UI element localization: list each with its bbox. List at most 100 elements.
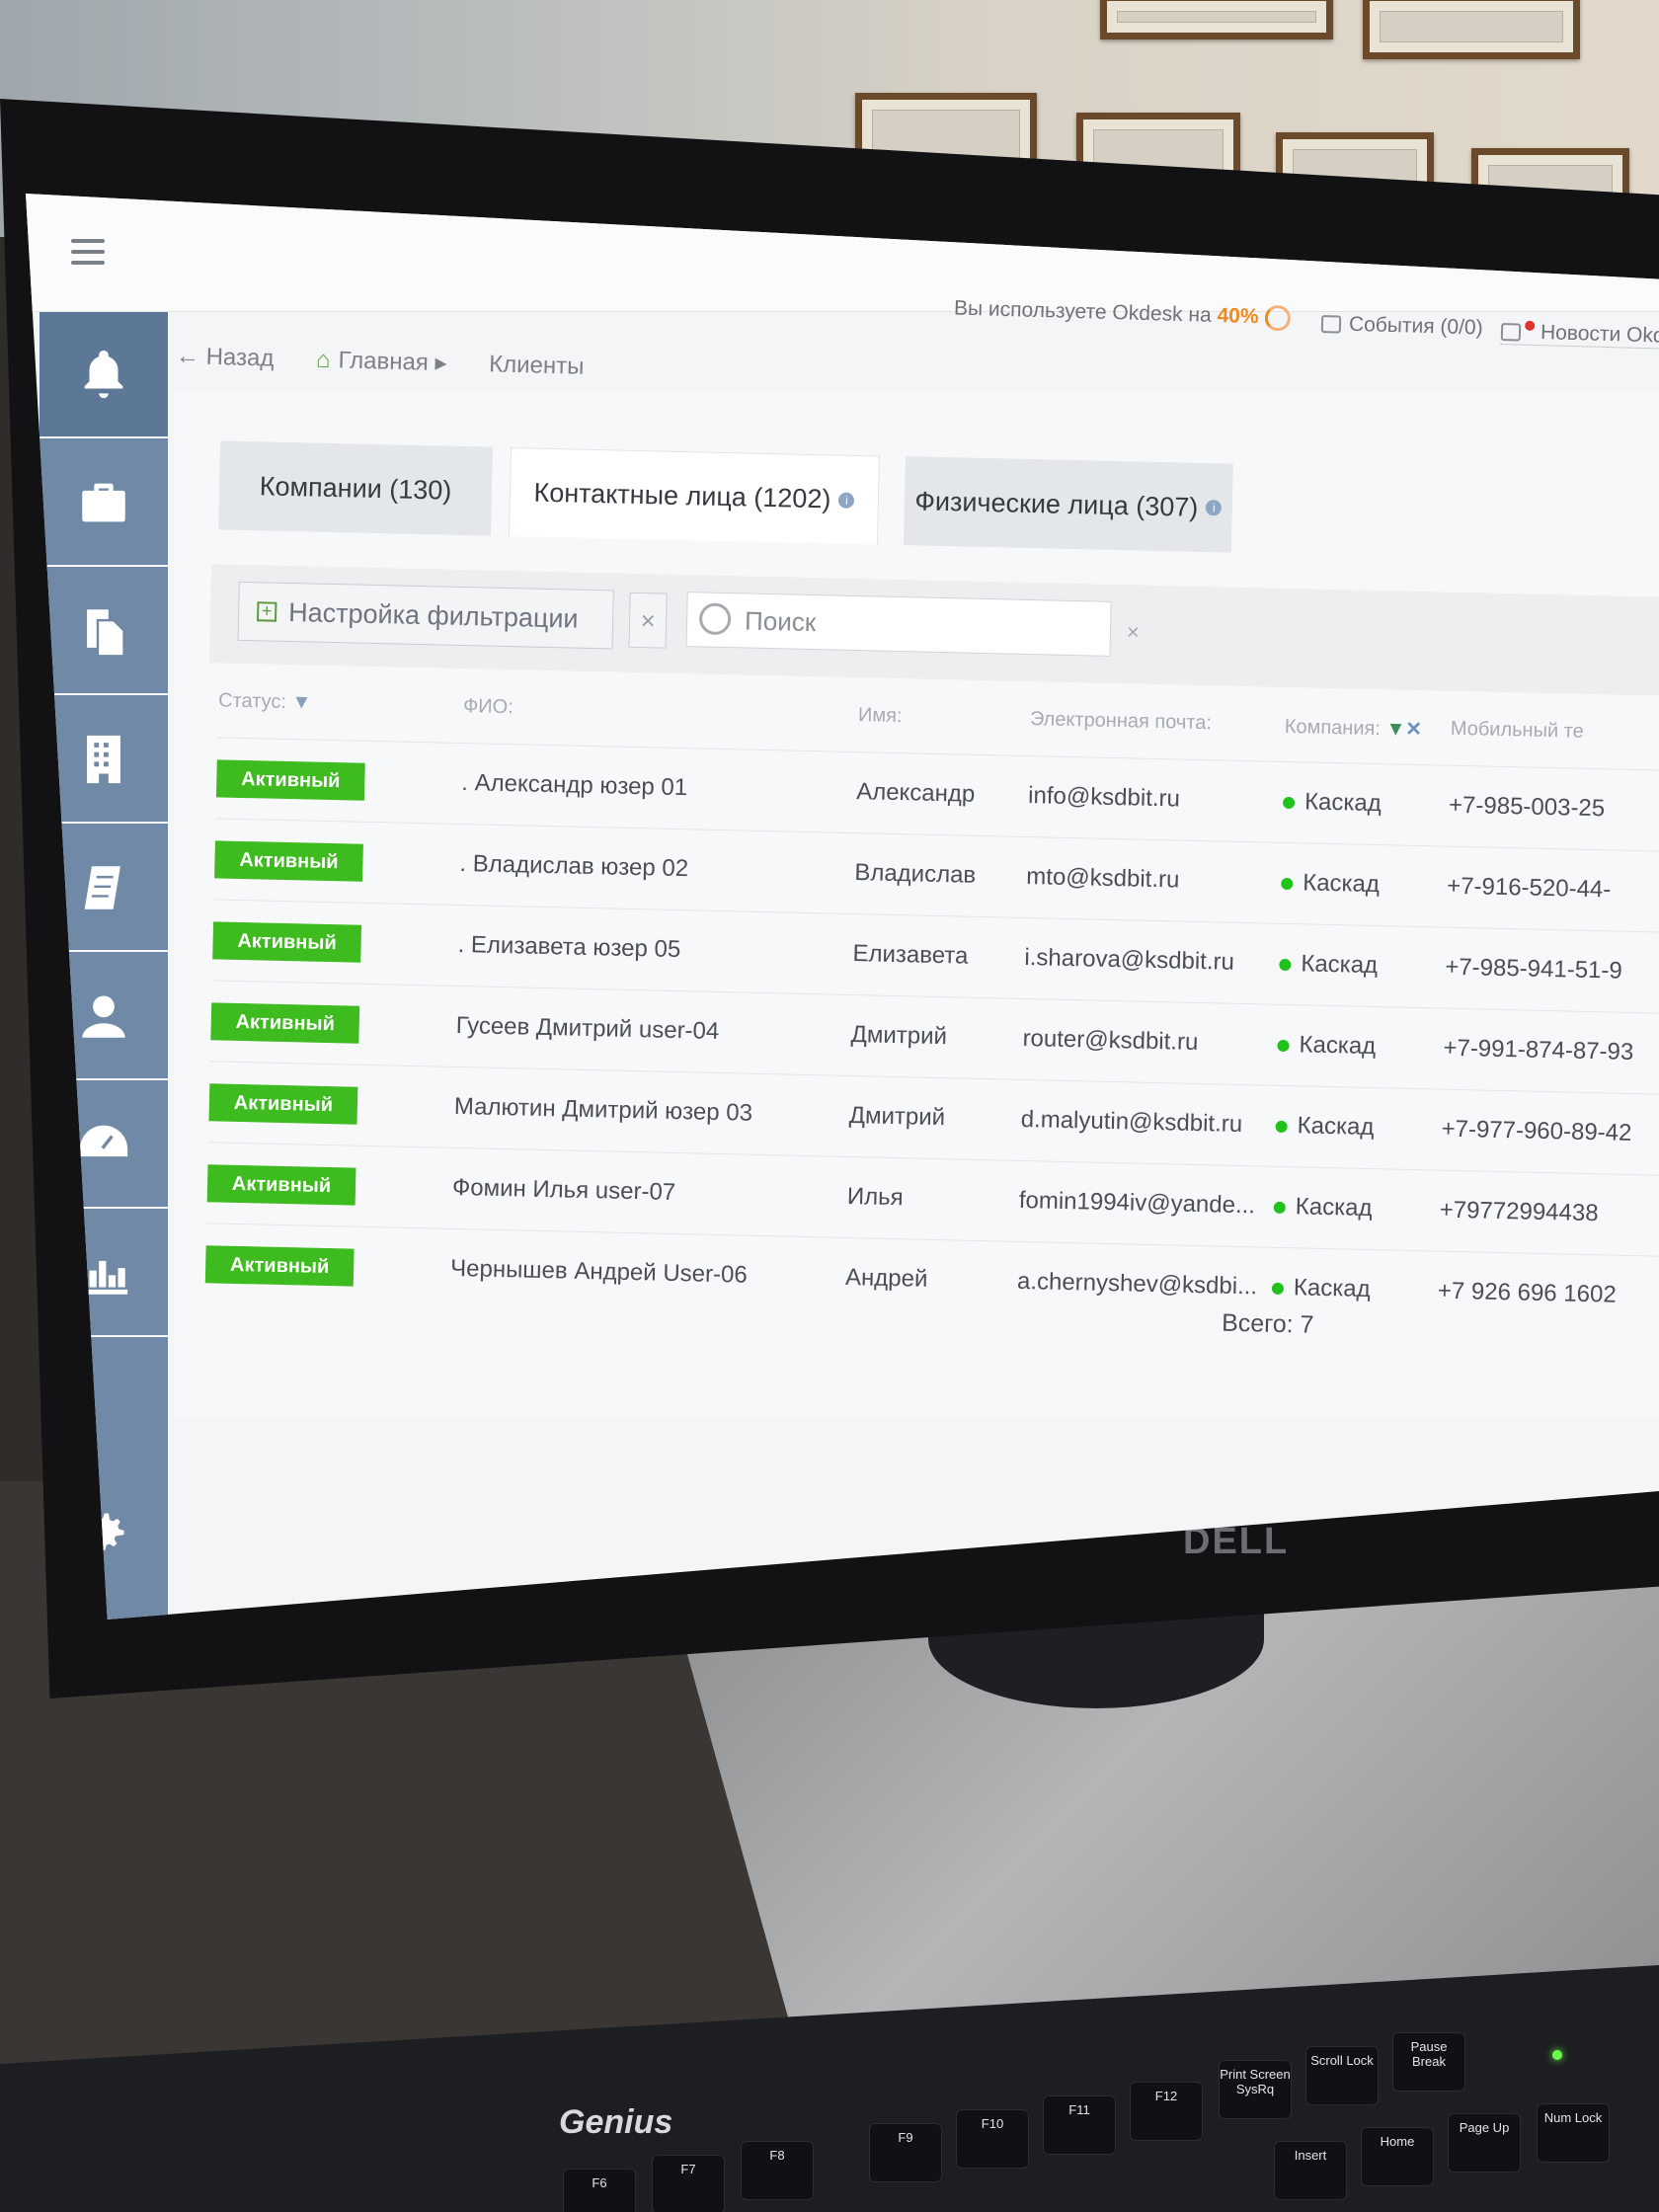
column-mobile[interactable]: Мобильный те — [1451, 718, 1584, 744]
key-scroll-lock: Scroll Lock — [1305, 2046, 1379, 2105]
info-icon[interactable]: i — [1206, 500, 1223, 516]
company-status-dot — [1279, 958, 1292, 971]
key-insert: Insert — [1274, 2141, 1347, 2200]
cell-fio[interactable]: Чернышев Андрей User-06 — [450, 1255, 748, 1290]
total-count: Всего: 7 — [1221, 1308, 1314, 1339]
tab-companies[interactable]: Компании (130) — [218, 440, 494, 536]
cell-email[interactable]: a.chernyshev@ksdbi... — [1017, 1268, 1258, 1302]
app-screen: Вы используете Okdesk на 40% События (0/… — [26, 194, 1659, 1620]
info-icon[interactable]: i — [838, 492, 855, 509]
status-badge: Активный — [212, 921, 362, 963]
cell-company[interactable]: Каскад — [1281, 869, 1380, 899]
cell-phone: +7-985-003-25 — [1448, 791, 1606, 823]
cell-company[interactable]: Каскад — [1277, 1031, 1377, 1061]
cell-fio[interactable]: . Елизавета юзер 05 — [457, 931, 680, 964]
filter-active-icon[interactable]: ▼ — [1385, 718, 1405, 740]
status-badge: Активный — [204, 1245, 355, 1287]
tab-individuals[interactable]: Физические лица (307) i — [903, 456, 1233, 553]
column-company[interactable]: Компания: ▼✕ — [1285, 714, 1423, 742]
cell-email[interactable]: mto@ksdbit.ru — [1026, 863, 1180, 895]
company-status-dot — [1273, 1201, 1286, 1214]
cell-name: Илья — [846, 1182, 904, 1212]
filter-settings-label: Настройка фильтрации — [287, 596, 579, 634]
plus-square-icon: + — [256, 600, 277, 622]
key-f11: F11 — [1043, 2095, 1116, 2155]
tab-individuals-label: Физические лица (307) — [914, 485, 1199, 522]
keyboard-logo: Genius — [559, 2103, 673, 2141]
key-num-lock: Num Lock — [1537, 2103, 1610, 2163]
company-name: Каскад — [1304, 788, 1382, 818]
status-badge: Активный — [210, 1002, 360, 1044]
key-f8: F8 — [741, 2141, 814, 2200]
cell-phone: +79772994438 — [1439, 1196, 1599, 1227]
cell-email[interactable]: i.sharova@ksdbit.ru — [1024, 944, 1234, 977]
company-status-dot — [1277, 1039, 1290, 1052]
key-f10: F10 — [956, 2109, 1029, 2169]
company-status-dot — [1282, 796, 1296, 809]
cell-fio[interactable]: . Владислав юзер 02 — [459, 850, 688, 883]
column-name[interactable]: Имя: — [858, 704, 903, 728]
status-badge: Активный — [208, 1083, 358, 1125]
cell-phone: +7-985-941-51-9 — [1445, 953, 1623, 985]
tab-contacts-label: Контактные лица (1202) — [533, 477, 831, 514]
cell-phone: +7-991-874-87-93 — [1443, 1034, 1634, 1066]
search-placeholder: Поиск — [744, 604, 817, 637]
column-fio[interactable]: ФИО: — [463, 695, 514, 719]
search-clear-icon[interactable]: × — [1127, 619, 1140, 645]
cell-email[interactable]: fomin1994iv@yande... — [1019, 1187, 1256, 1220]
tab-companies-label: Компании (130) — [259, 470, 452, 506]
content-area: Компании (130) Контактные лица (1202) i Ф… — [26, 194, 1659, 1620]
status-badge: Активный — [215, 759, 365, 801]
column-email[interactable]: Электронная почта: — [1030, 708, 1212, 735]
company-name: Каскад — [1299, 1031, 1377, 1061]
tab-contacts[interactable]: Контактные лица (1202) i — [509, 447, 880, 545]
column-status[interactable]: Статус: ▼ — [218, 689, 312, 714]
company-status-dot — [1275, 1120, 1288, 1133]
key-f7: F7 — [652, 2155, 725, 2212]
cell-name: Владислав — [854, 859, 977, 889]
filter-funnel-icon[interactable]: ▼ — [291, 691, 311, 713]
cell-phone: +7-916-520-44- — [1446, 872, 1612, 904]
cell-name: Андрей — [844, 1263, 928, 1293]
company-status-dot — [1271, 1282, 1285, 1295]
status-badge: Активный — [214, 840, 363, 882]
column-company-label: Компания: — [1284, 715, 1382, 741]
column-status-label: Статус: — [217, 689, 287, 713]
keyboard-led — [1552, 2050, 1562, 2060]
cell-fio[interactable]: Фомин Илья user-07 — [452, 1174, 676, 1207]
status-badge: Активный — [206, 1164, 356, 1206]
key-f6: F6 — [563, 2169, 636, 2212]
company-name: Каскад — [1297, 1112, 1375, 1142]
search-input[interactable]: Поиск — [685, 592, 1112, 657]
cell-fio[interactable]: . Александр юзер 01 — [461, 769, 687, 802]
key-f9: F9 — [869, 2123, 942, 2182]
cell-company[interactable]: Каскад — [1275, 1112, 1375, 1142]
cell-company[interactable]: Каскад — [1271, 1274, 1371, 1304]
key-pause-break: Pause Break — [1392, 2032, 1465, 2092]
cell-name: Александр — [855, 778, 976, 808]
cell-name: Дмитрий — [848, 1101, 946, 1132]
cell-fio[interactable]: Малютин Дмитрий юзер 03 — [454, 1093, 753, 1128]
cell-email[interactable]: router@ksdbit.ru — [1022, 1025, 1198, 1057]
cell-email[interactable]: d.malyutin@ksdbit.ru — [1020, 1106, 1242, 1139]
cell-fio[interactable]: Гусеев Дмитрий user-04 — [455, 1012, 719, 1046]
filter-clear-button[interactable]: × — [628, 592, 668, 649]
cell-company[interactable]: Каскад — [1273, 1193, 1373, 1223]
key-f12: F12 — [1130, 2082, 1203, 2141]
cell-company[interactable]: Каскад — [1279, 950, 1378, 980]
cell-phone: +7-977-960-89-42 — [1441, 1115, 1632, 1146]
search-icon — [698, 602, 732, 636]
company-name: Каскад — [1293, 1274, 1371, 1304]
company-name: Каскад — [1301, 950, 1379, 980]
cell-phone: +7 926 696 1602 — [1437, 1277, 1618, 1308]
wall-certificate — [1363, 0, 1580, 59]
filter-settings-button[interactable]: + Настройка фильтрации — [237, 581, 614, 650]
company-name: Каскад — [1302, 869, 1381, 899]
cell-email[interactable]: info@ksdbit.ru — [1028, 782, 1180, 813]
cell-name: Елизавета — [852, 940, 969, 970]
key-print-screen: Print Screen SysRq — [1219, 2060, 1292, 2119]
cell-name: Дмитрий — [850, 1021, 948, 1051]
company-status-dot — [1281, 877, 1294, 890]
cell-company[interactable]: Каскад — [1282, 788, 1382, 818]
filter-remove-icon[interactable]: ✕ — [1405, 719, 1422, 741]
